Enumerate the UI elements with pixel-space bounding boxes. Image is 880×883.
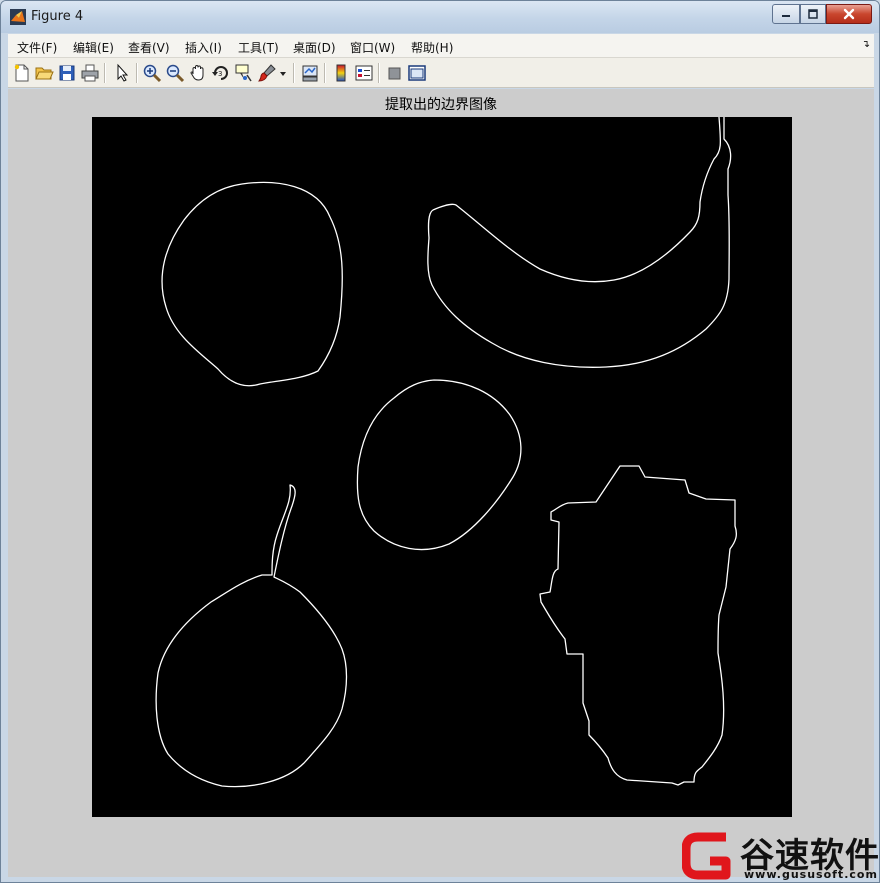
colorbar-icon[interactable] (331, 63, 351, 83)
banana-outline (427, 117, 732, 368)
edge-image (155, 117, 737, 788)
axes-title: 提取出的边界图像 (385, 97, 497, 113)
menu-overflow-icon[interactable]: ↴ (862, 39, 870, 50)
image-axes[interactable] (92, 117, 792, 817)
zoom-in-icon[interactable] (142, 63, 162, 83)
svg-text:3: 3 (218, 70, 222, 78)
close-icon (843, 8, 855, 20)
maximize-icon (808, 9, 818, 19)
menu-bar: 文件(F) 编辑(E) 查看(V) 插入(I) 工具(T) 桌面(D) 窗口(W… (8, 34, 874, 58)
menu-desktop[interactable]: 桌面(D) (293, 39, 336, 56)
rotate-3d-icon[interactable]: 3 (211, 63, 231, 83)
orange-outline (356, 379, 522, 551)
menu-view[interactable]: 查看(V) (128, 39, 170, 56)
print-icon[interactable] (80, 63, 100, 83)
figure-canvas[interactable]: 提取出的边界图像 (8, 89, 874, 877)
watermark: 谷速软件 www.gususoft.com (682, 826, 880, 883)
pineapple-outline (539, 465, 737, 786)
menu-file[interactable]: 文件(F) (17, 39, 57, 56)
minimize-icon (782, 15, 790, 17)
open-file-icon[interactable] (34, 63, 54, 83)
brush-icon[interactable] (257, 63, 277, 83)
toolbar-separator (136, 63, 138, 83)
toolbar-separator (324, 63, 326, 83)
pointer-icon[interactable] (112, 63, 132, 83)
chevron-down-icon[interactable] (278, 63, 288, 83)
link-plot-icon[interactable] (300, 63, 320, 83)
menu-insert[interactable]: 插入(I) (185, 39, 222, 56)
title-bar[interactable]: Figure 4 (1, 1, 879, 33)
minimize-button[interactable] (772, 4, 800, 24)
pan-hand-icon[interactable] (188, 63, 208, 83)
apple-outline (161, 181, 343, 387)
legend-icon[interactable] (354, 63, 374, 83)
toolbar-separator (378, 63, 380, 83)
menu-help[interactable]: 帮助(H) (411, 39, 453, 56)
save-icon[interactable] (57, 63, 77, 83)
maximize-button[interactable] (800, 4, 826, 24)
pear-outline (155, 484, 348, 788)
close-button[interactable] (826, 4, 872, 24)
zoom-out-icon[interactable] (165, 63, 185, 83)
menu-edit[interactable]: 编辑(E) (73, 39, 114, 56)
toolbar-separator (104, 63, 106, 83)
toolbar-separator (293, 63, 295, 83)
figure-toolbar: 3 (8, 58, 874, 88)
window-title: Figure 4 (31, 9, 84, 24)
hide-plot-tools-icon[interactable] (385, 63, 405, 83)
data-cursor-icon[interactable] (234, 63, 254, 83)
matlab-icon (10, 9, 26, 25)
show-plot-tools-icon[interactable] (407, 63, 427, 83)
gusu-logo-icon (682, 832, 731, 880)
menu-window[interactable]: 窗口(W) (350, 39, 395, 56)
figure-window: Figure 4 文件(F) 编辑(E) 查看(V) 插入(I) 工具(T) 桌… (0, 0, 880, 883)
watermark-url: www.gususoft.com (744, 868, 878, 881)
new-figure-icon[interactable] (12, 63, 32, 83)
menu-tools[interactable]: 工具(T) (238, 39, 279, 56)
